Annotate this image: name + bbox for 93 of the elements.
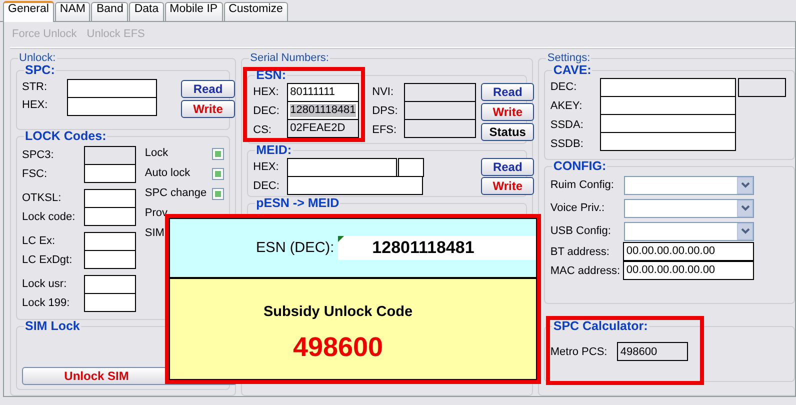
field-label: DEC: (253, 105, 280, 118)
group-title: pESN -> MEID (255, 196, 340, 210)
tab[interactable]: Data (129, 2, 164, 21)
action-button[interactable]: Write (481, 176, 534, 195)
field-label: SIM (144, 227, 164, 240)
input-field[interactable] (600, 132, 736, 151)
field-label: HEX: (22, 98, 49, 112)
input-field[interactable] (84, 206, 136, 226)
field-label: Prov (144, 207, 168, 220)
checkbox[interactable] (212, 168, 224, 180)
checkbox[interactable] (212, 148, 224, 160)
field-label: Ruim Config: (550, 178, 615, 192)
input-field[interactable] (287, 176, 424, 195)
action-button[interactable]: Write (481, 102, 534, 121)
input-field[interactable] (738, 78, 786, 97)
field-label: Lock usr: (22, 278, 68, 290)
input-field[interactable] (600, 78, 736, 97)
field-label: SPC3: (22, 148, 55, 162)
field-label: SSDB: (550, 138, 584, 151)
field-label: MAC address: (550, 264, 622, 278)
input-field[interactable] (600, 114, 736, 133)
input-field[interactable]: 00.00.00.00.00.00 (623, 261, 754, 280)
action-button[interactable]: Write (181, 100, 235, 118)
field-label: Metro PCS: (550, 346, 608, 359)
input-field[interactable] (67, 96, 157, 116)
field-label: USB Config: (550, 224, 612, 238)
tab[interactable]: Band (91, 2, 128, 21)
field-label: LC Ex: (22, 234, 56, 248)
input-field[interactable] (84, 274, 136, 294)
esn-value-field[interactable]: 12801118481 (338, 236, 536, 260)
input-field[interactable] (84, 292, 136, 312)
group-title: CAVE: (553, 64, 592, 78)
field-label: NVI: (372, 86, 395, 99)
input-field[interactable] (404, 118, 476, 138)
esn-label: ESN (DEC): (256, 240, 334, 256)
group-title: LOCK Codes: (24, 130, 108, 144)
field-label: Voice Priv.: (550, 202, 606, 214)
corner-marker-icon (338, 236, 344, 242)
field-label: LC ExDgt: (22, 254, 74, 266)
input-field[interactable]: 02FEAE2D (287, 118, 360, 138)
group-title: MEID: (255, 144, 293, 158)
field-label: DEC: (550, 81, 578, 94)
input-field[interactable] (398, 158, 424, 177)
input-field[interactable]: 498600 (617, 342, 688, 362)
input-field[interactable] (67, 78, 157, 98)
group-title: Serial Numbers: (249, 52, 330, 64)
group-title: SPC Calculator: (552, 320, 649, 334)
field-label: HEX: (253, 86, 280, 99)
field-label: Lock (144, 147, 168, 160)
field-label: CS: (253, 124, 272, 137)
group-title: Settings: (546, 52, 592, 64)
group-title: SPC: (24, 64, 56, 78)
action-button[interactable]: Read (181, 80, 235, 98)
input-field[interactable] (84, 188, 136, 208)
field-label: EFS: (372, 124, 398, 137)
field-label: FSC: (22, 168, 48, 180)
field-label: STR: (22, 80, 48, 94)
tab[interactable]: NAM (54, 2, 90, 21)
tab[interactable]: General (3, 1, 54, 22)
input-field[interactable] (84, 232, 136, 251)
tab[interactable]: Mobile IP (164, 2, 223, 21)
action-button[interactable]: Status (481, 122, 534, 141)
field-label: OTKSL: (22, 192, 62, 204)
input-field[interactable] (287, 158, 398, 177)
dropdown[interactable] (624, 198, 754, 218)
group-title: Unlock: (18, 52, 57, 64)
group-title: SIM Lock (24, 320, 81, 334)
input-field[interactable] (84, 164, 136, 183)
popup-title: Subsidy Unlock Code (263, 304, 413, 321)
tab[interactable]: Customize (224, 2, 288, 21)
field-label: DPS: (372, 105, 399, 118)
input-field[interactable]: 12801118481 (287, 100, 360, 120)
input-field[interactable] (404, 100, 476, 120)
field-label: DEC: (253, 180, 280, 192)
field-label: AKEY: (550, 100, 584, 113)
input-field[interactable]: 80111111 (287, 82, 360, 102)
dropdown[interactable] (624, 222, 754, 241)
field-label: SPC change (144, 187, 207, 200)
checkbox[interactable] (212, 188, 224, 200)
group-title: CONFIG: (552, 160, 608, 174)
field-label: Lock 199: (22, 296, 71, 310)
field-label: HEX: (253, 160, 280, 174)
dropdown[interactable] (624, 176, 754, 195)
input-field[interactable] (404, 82, 476, 102)
field-label: Auto lock (144, 167, 190, 180)
input-field[interactable] (84, 250, 136, 269)
action-button[interactable]: Read (481, 158, 534, 176)
field-label: Lock code: (22, 210, 76, 224)
field-label: BT address: (550, 246, 610, 258)
action-button[interactable]: Read (481, 82, 534, 101)
input-field[interactable]: 00.00.00.00.00.00 (623, 242, 754, 262)
unlock-code: 498600 (292, 332, 384, 363)
field-label: SSDA: (550, 119, 584, 132)
